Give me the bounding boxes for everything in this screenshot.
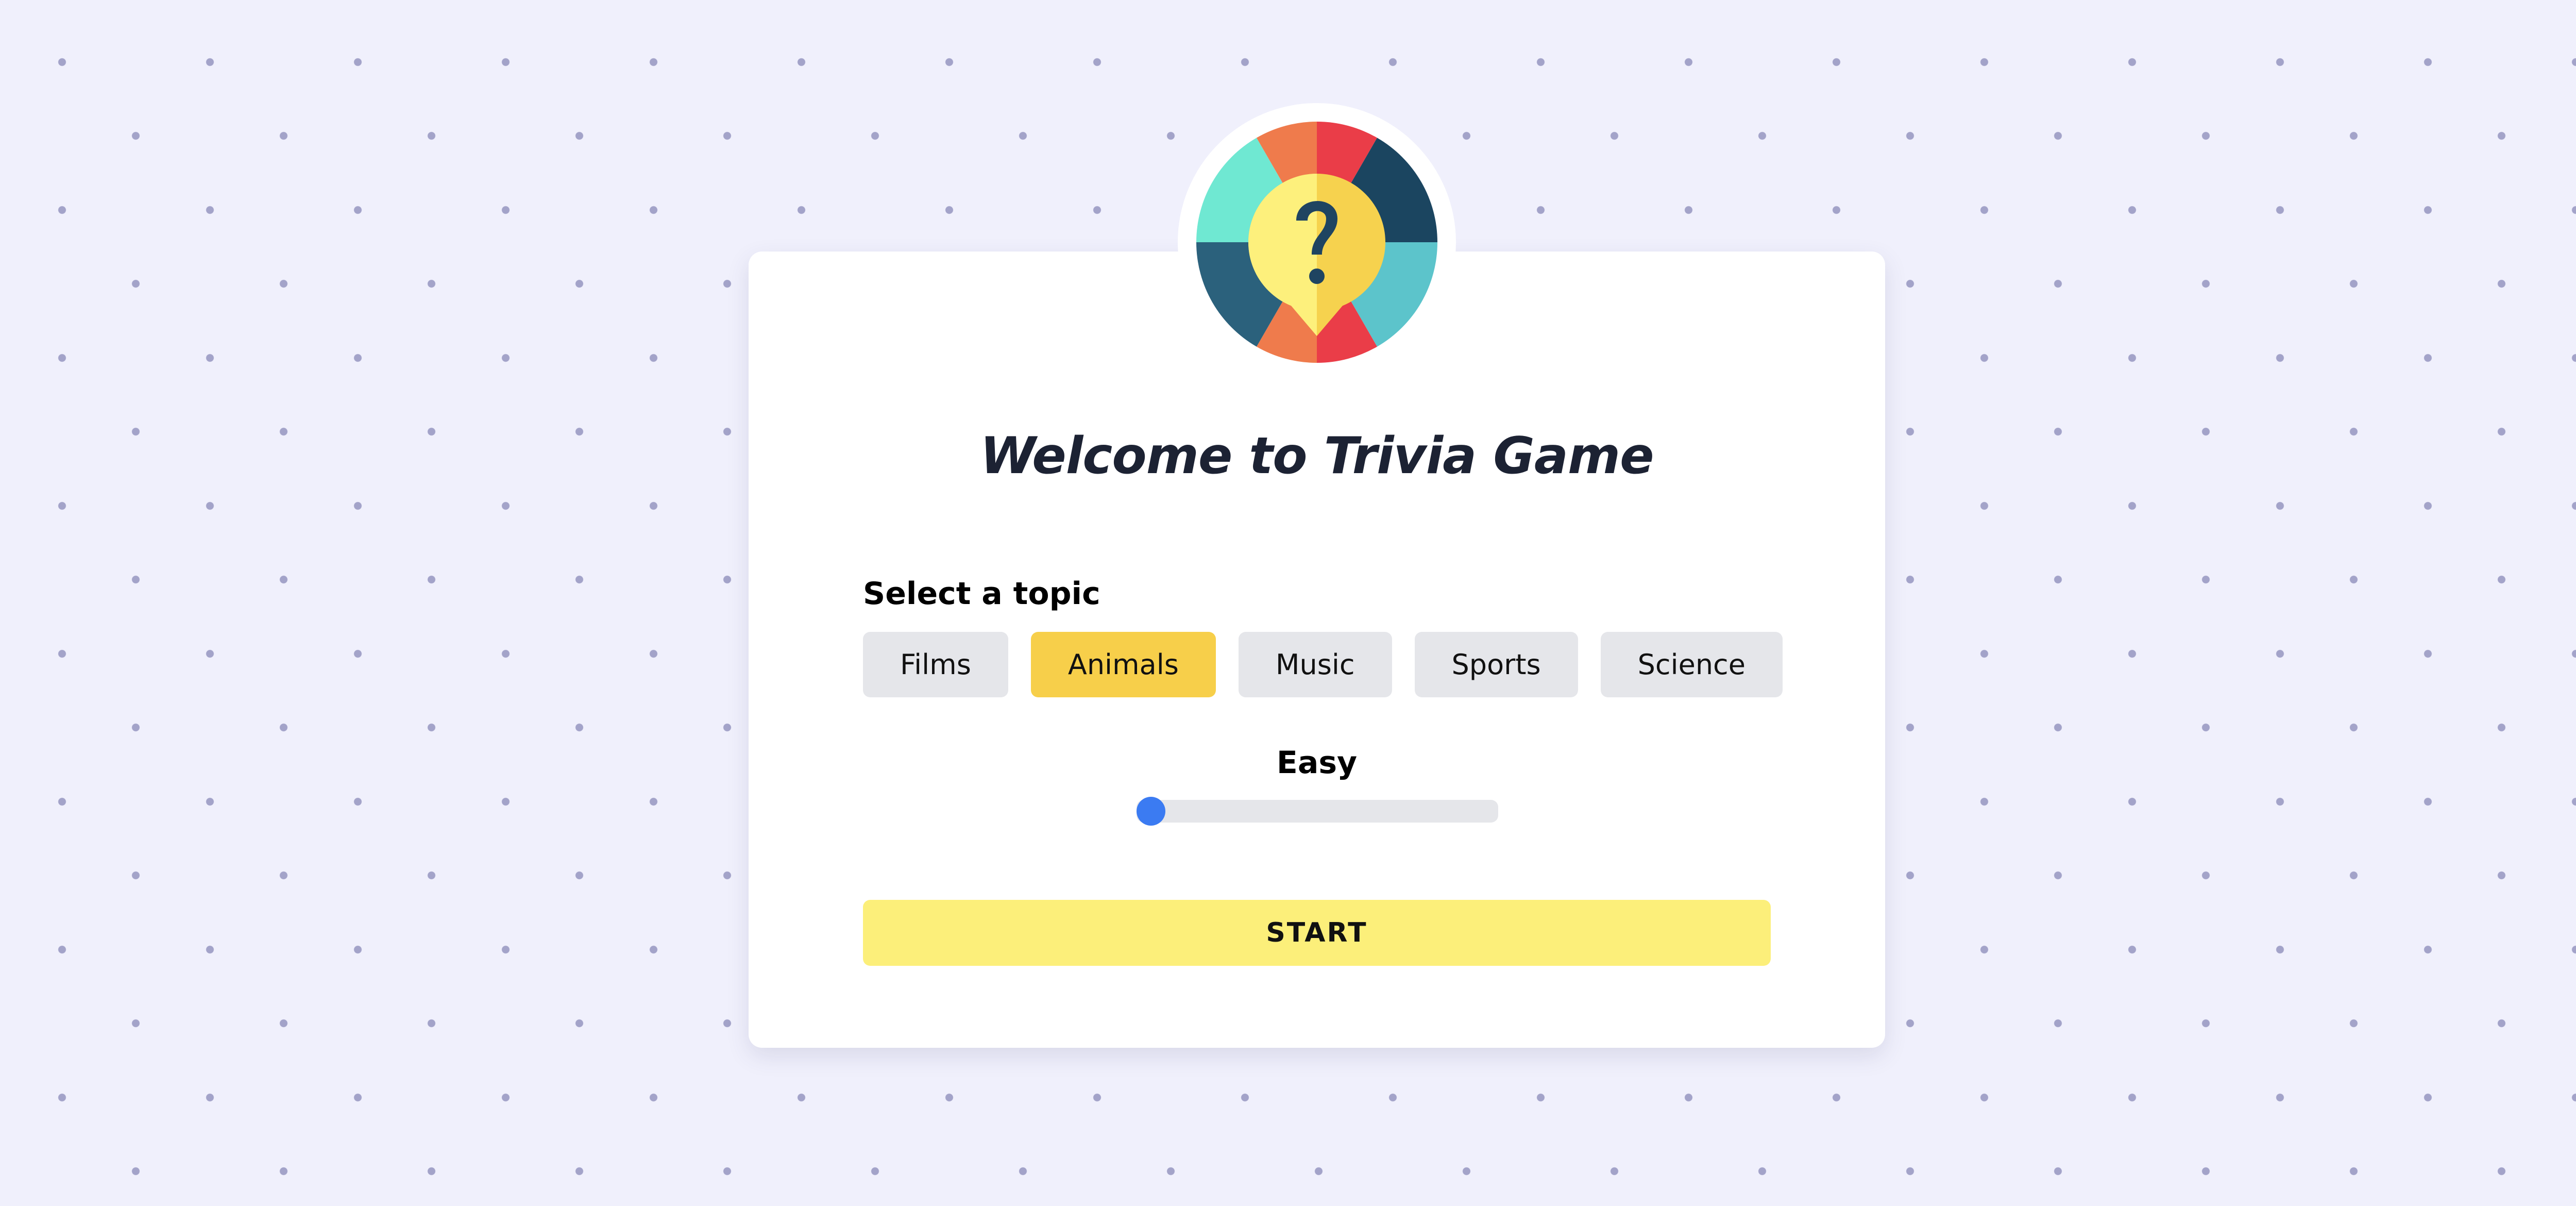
- trivia-wheel-icon: [1196, 122, 1437, 363]
- start-button[interactable]: START: [863, 900, 1771, 966]
- difficulty-label: Easy: [1276, 745, 1358, 781]
- page-title: Welcome to Trivia Game: [980, 427, 1654, 485]
- topic-button-music[interactable]: Music: [1238, 632, 1392, 697]
- topic-button-films[interactable]: Films: [863, 632, 1008, 697]
- topic-button-animals[interactable]: Animals: [1030, 632, 1216, 697]
- slider-track[interactable]: [1137, 800, 1498, 823]
- topic-select-label: Select a topic: [863, 576, 1100, 612]
- slider-thumb[interactable]: [1137, 797, 1165, 826]
- difficulty-slider[interactable]: [1137, 797, 1498, 826]
- topic-selector: Films Animals Music Sports Science: [863, 632, 1783, 697]
- topic-button-science[interactable]: Science: [1600, 632, 1783, 697]
- topic-button-sports[interactable]: Sports: [1414, 632, 1578, 697]
